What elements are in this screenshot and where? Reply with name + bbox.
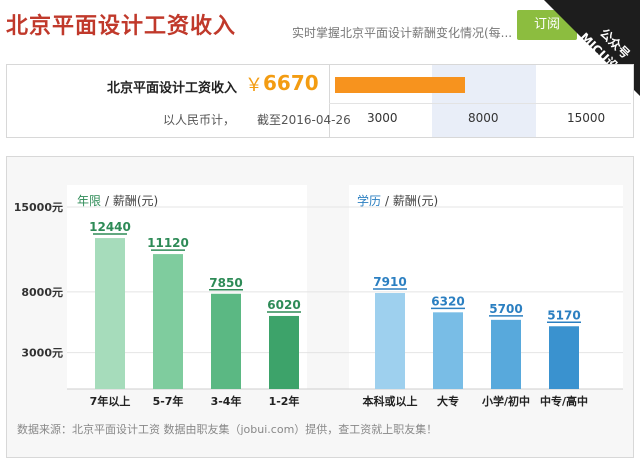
bar bbox=[95, 238, 125, 389]
category-label: 大专 bbox=[437, 394, 459, 408]
bar bbox=[433, 312, 463, 389]
bar bbox=[375, 293, 405, 389]
range-highlight bbox=[432, 65, 536, 137]
salary-currency: ￥ bbox=[245, 75, 263, 96]
data-label: 11120 bbox=[147, 236, 189, 250]
salary-label: 北京平面设计工资收入 bbox=[107, 81, 238, 96]
bar bbox=[211, 293, 241, 389]
bar bbox=[269, 315, 299, 389]
category-label: 3-4年 bbox=[211, 394, 242, 408]
range-tick-8000: 8000 bbox=[468, 111, 499, 125]
chart-panel: 3000元 8000元 15000元 年限 / 薪酬(元) 12440 7年以上 11120… bbox=[6, 156, 634, 458]
data-label: 7850 bbox=[209, 276, 242, 290]
data-label: 7910 bbox=[373, 275, 406, 289]
data-label: 6320 bbox=[431, 294, 464, 308]
salary-unit-text: 以人民币计， bbox=[163, 113, 236, 127]
bar bbox=[153, 254, 183, 389]
category-label: 5-7年 bbox=[153, 394, 184, 408]
page-title: 北京平面设计工资收入 bbox=[6, 14, 237, 39]
page-subtitle: 实时掌握北京平面设计薪酬变化情况(每... bbox=[292, 26, 512, 40]
range-tick-3000: 3000 bbox=[367, 111, 398, 125]
salary-value: 6670 bbox=[263, 71, 319, 95]
chart-title-highlight: 学历 bbox=[357, 193, 381, 208]
data-label: 5170 bbox=[547, 308, 580, 322]
y-tick-label: 15000元 bbox=[14, 201, 63, 214]
category-label: 小学/初中 bbox=[481, 394, 530, 408]
data-label: 6020 bbox=[267, 298, 300, 312]
category-label: 中专/高中 bbox=[540, 394, 588, 408]
bar bbox=[491, 319, 521, 389]
data-source-note: 数据来源：北京平面设计工资 数据由职友集（jobui.com）提供，查工资就上职… bbox=[17, 423, 438, 436]
category-label: 7年以上 bbox=[90, 394, 131, 408]
y-tick-label: 3000元 bbox=[21, 347, 63, 360]
chart-title-rest: / 薪酬(元) bbox=[385, 194, 438, 208]
category-label: 本科或以上 bbox=[363, 394, 418, 408]
y-tick-label: 8000元 bbox=[21, 286, 63, 299]
data-label: 12440 bbox=[89, 220, 131, 234]
range-tick-15000: 15000 bbox=[567, 111, 606, 125]
data-label: 5700 bbox=[489, 302, 522, 316]
category-label: 1-2年 bbox=[269, 394, 300, 408]
chart-title-rest: / 薪酬(元) bbox=[105, 194, 158, 208]
range-scale-line bbox=[329, 103, 631, 104]
bar bbox=[549, 326, 579, 389]
salary-range-bar bbox=[335, 77, 466, 93]
salary-date: 截至2016-04-26 bbox=[257, 113, 351, 127]
chart-title-highlight: 年限 bbox=[77, 194, 101, 208]
salary-summary-panel: 北京平面设计工资收入 ￥ 6670 以人民币计， 截至2016-04-26 30… bbox=[6, 64, 634, 138]
salary-bar-charts: 3000元 8000元 15000元 年限 / 薪酬(元) 12440 7年以上 11120… bbox=[14, 185, 623, 408]
